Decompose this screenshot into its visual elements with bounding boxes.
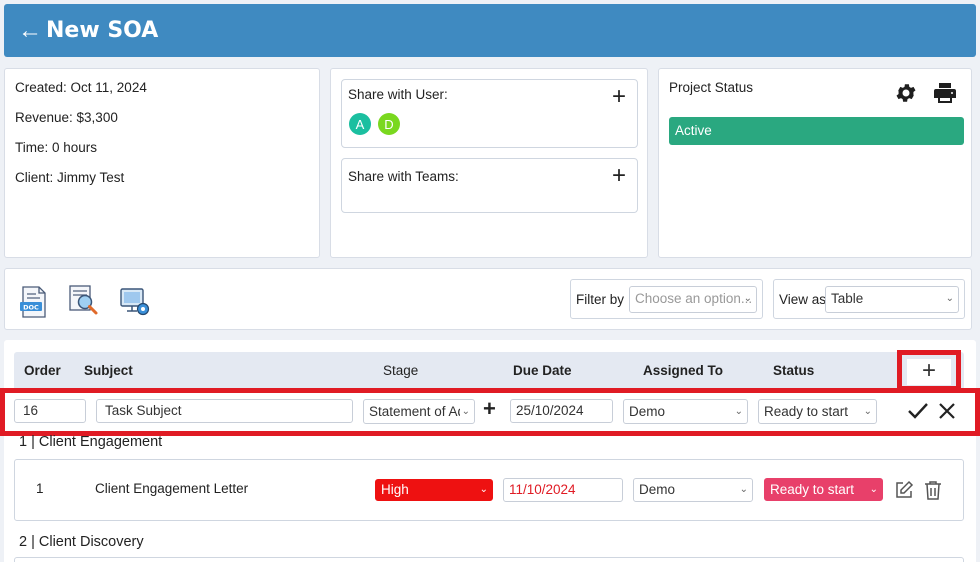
view-label: View as (779, 292, 827, 307)
new-task-stage-select[interactable]: Statement of Ad ⌄ (363, 399, 475, 424)
new-task-subject-input[interactable]: Task Subject (96, 399, 353, 423)
page-title: New SOA (46, 18, 159, 43)
project-status-card: Project Status Active (658, 68, 972, 258)
project-info-card: Created: Oct 11, 2024 Revenue: $3,300 Ti… (4, 68, 320, 258)
share-with-user-box: Share with User: + A D (341, 79, 638, 148)
task-subject[interactable]: Client Engagement Letter (95, 481, 248, 496)
add-task-button[interactable]: + (907, 359, 951, 385)
task-status-select[interactable]: Ready to start ⌄ (764, 478, 883, 501)
task-assigned-select[interactable]: Demo ⌄ (633, 478, 753, 502)
avatar[interactable]: A (349, 113, 371, 135)
new-task-assigned-select[interactable]: Demo ⌄ (623, 399, 748, 424)
share-with-user-label: Share with User: (348, 87, 448, 102)
filter-box: Filter by Choose an option... ⌄ (570, 279, 763, 319)
revenue: Revenue: $3,300 (15, 110, 118, 125)
add-stage-plus-icon[interactable]: + (483, 396, 496, 422)
client-name: Client: Jimmy Test (15, 170, 125, 185)
avatar[interactable]: D (378, 113, 400, 135)
task-row: 1 Client Engagement Letter High ⌄ 11/10/2… (14, 459, 964, 521)
filter-label: Filter by (576, 292, 625, 307)
filter-select[interactable]: Choose an option... ⌄ (629, 286, 757, 313)
task-due-date-input[interactable]: 11/10/2024 (503, 478, 623, 502)
share-with-teams-label: Share with Teams: (348, 169, 459, 184)
task-order: 1 (36, 481, 44, 496)
new-task-order-input[interactable]: 16 (14, 399, 86, 423)
doc-file-icon[interactable]: DOC (19, 286, 49, 318)
close-icon[interactable] (938, 402, 956, 420)
trash-icon[interactable] (924, 480, 942, 500)
printer-icon[interactable] (933, 81, 957, 105)
document-search-icon[interactable] (68, 284, 100, 316)
created-date: Created: Oct 11, 2024 (15, 80, 147, 95)
column-assigned-to: Assigned To (643, 363, 724, 378)
share-card: Share with User: + A D Share with Teams:… (330, 68, 648, 258)
arrow-left-icon[interactable]: ← (18, 18, 42, 43)
add-team-plus-icon[interactable]: + (612, 164, 626, 188)
add-user-plus-icon[interactable]: + (612, 85, 626, 109)
gear-icon[interactable] (894, 81, 918, 105)
edit-icon[interactable] (894, 480, 914, 500)
column-subject: Subject (84, 363, 133, 378)
column-order: Order (24, 363, 61, 378)
time-spent: Time: 0 hours (15, 140, 98, 155)
new-task-status-select[interactable]: Ready to start ⌄ (758, 399, 877, 424)
group-title: 2 | Client Discovery (19, 534, 144, 550)
group-title: 1 | Client Engagement (19, 434, 163, 450)
checkmark-icon[interactable] (907, 402, 929, 420)
project-status-select[interactable]: Active (669, 117, 964, 145)
share-with-teams-box: Share with Teams: + (341, 158, 638, 213)
project-status-label: Project Status (669, 80, 754, 95)
table-header: Order Subject Stage Due Date Assigned To… (14, 352, 964, 388)
task-stage-select[interactable]: High ⌄ (375, 479, 493, 501)
column-status: Status (773, 363, 815, 378)
toolbar: DOC Filter by Choose an option... ⌄ View … (4, 268, 972, 330)
column-due-date: Due Date (513, 363, 572, 378)
svg-text:DOC: DOC (23, 304, 39, 312)
page-header: ← New SOA (4, 4, 976, 57)
task-row (14, 557, 964, 562)
monitor-settings-icon[interactable] (119, 287, 151, 317)
view-select[interactable]: Table ⌄ (825, 286, 959, 313)
new-task-due-date-input[interactable]: 25/10/2024 (510, 399, 613, 423)
view-box: View as Table ⌄ (773, 279, 965, 319)
column-stage: Stage (383, 363, 419, 378)
